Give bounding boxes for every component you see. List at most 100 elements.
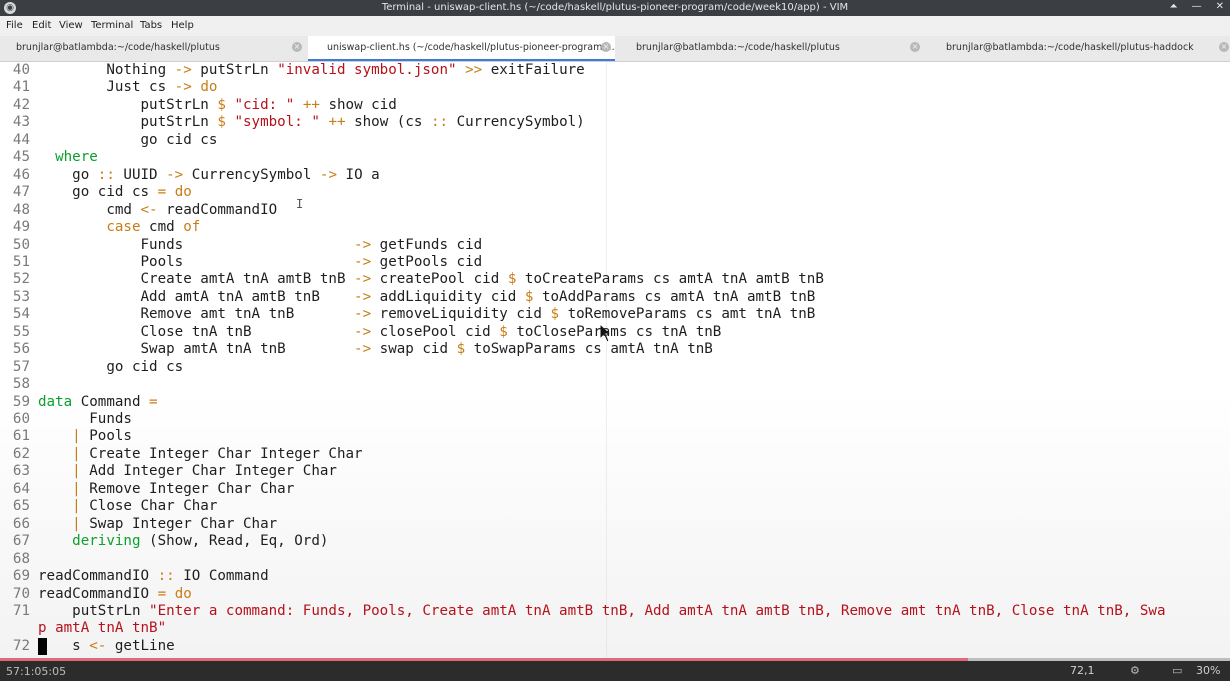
code-text: | Pools xyxy=(38,428,132,444)
menu-help[interactable]: Help xyxy=(171,20,194,31)
code-token: $ xyxy=(456,341,466,358)
code-text: go cid cs xyxy=(38,132,217,148)
code-token: getLine xyxy=(106,637,175,654)
code-token: ++ xyxy=(328,114,346,131)
settings-icon[interactable]: ⚙ xyxy=(1130,664,1140,677)
code-token: do xyxy=(174,184,192,201)
code-token: :: xyxy=(97,166,115,183)
minimize-icon[interactable]: — xyxy=(1192,1,1202,12)
code-line: 69 readCommandIO :: IO Command xyxy=(0,568,1230,585)
menu-tabs[interactable]: Tabs xyxy=(140,20,162,31)
menu-edit[interactable]: Edit xyxy=(32,20,51,31)
code-token: Remove amt tnA tnB xyxy=(38,306,355,323)
code-token: -> xyxy=(354,341,372,358)
code-token: $ xyxy=(217,96,226,113)
line-number: 70 xyxy=(12,585,30,602)
code-token: "symbol: " xyxy=(234,114,320,131)
code-token: UUID xyxy=(114,166,167,183)
tab-label: uniswap-client.hs (~/code/haskell/plutus… xyxy=(327,42,615,53)
line-number: 62 xyxy=(12,445,30,462)
line-number: 54 xyxy=(12,306,30,323)
tab-terminal-2[interactable]: uniswap-client.hs (~/code/haskell/plutus… xyxy=(308,36,615,61)
line-number: 42 xyxy=(12,96,30,113)
code-token: show (cs xyxy=(345,114,431,131)
code-line: 62 | Create Integer Char Integer Char xyxy=(0,446,1230,463)
keep-above-icon[interactable]: ⏶ xyxy=(1170,1,1178,12)
code-token: deriving xyxy=(72,533,141,550)
code-token: readCommandIO xyxy=(38,568,158,585)
code-token: toAddParams cs amtA tnA amtB tnB xyxy=(533,288,816,305)
code-text: Remove amt tnA tnB -> removeLiquidity ci… xyxy=(38,306,815,322)
code-token: createPool cid xyxy=(371,271,508,288)
code-text: | Swap Integer Char Char xyxy=(38,516,277,532)
code-text: readCommandIO = do xyxy=(38,586,192,602)
code-token: Remove Integer Char Char xyxy=(80,480,295,497)
code-token: go xyxy=(38,166,98,183)
close-tab-icon[interactable]: × xyxy=(292,42,302,52)
line-number: 46 xyxy=(12,166,30,183)
code-token: (Show, Read, Eq, Ord) xyxy=(140,533,329,550)
tab-terminal-3[interactable]: brunjlar@batlambda:~/code/haskell/plutus… xyxy=(617,36,924,61)
code-token: p amtA tnA tnB" xyxy=(38,620,167,637)
code-token: cmd xyxy=(140,219,184,236)
code-text: go cid cs xyxy=(38,359,183,375)
code-token: readCommandIO xyxy=(38,585,158,602)
code-token: addLiquidity cid xyxy=(371,288,525,305)
code-line: 50 Funds -> getFunds cid xyxy=(0,237,1230,254)
menu-view[interactable]: View xyxy=(59,20,83,31)
code-token: | xyxy=(72,498,81,515)
code-text: go :: UUID -> CurrencySymbol -> IO a xyxy=(38,167,380,183)
line-number: 48 xyxy=(12,201,30,218)
close-tab-icon[interactable]: × xyxy=(601,42,611,52)
code-line: 70 readCommandIO = do xyxy=(0,586,1230,603)
video-control-bar: 57:1:05:05 ⚙ ▭ 72,1 30% xyxy=(0,661,1230,681)
code-token: putStrLn xyxy=(38,114,218,131)
code-token: cmd xyxy=(38,201,141,218)
close-tab-icon[interactable]: × xyxy=(910,42,920,52)
tab-label: brunjlar@batlambda:~/code/haskell/plutus xyxy=(16,42,220,53)
line-number: 56 xyxy=(12,341,30,358)
code-line: 54 Remove amt tnA tnB -> removeLiquidity… xyxy=(0,306,1230,323)
vim-editor[interactable]: I 40 Nothing -> putStrLn "invalid symbol… xyxy=(0,62,1230,658)
code-line: 63 | Add Integer Char Integer Char xyxy=(0,463,1230,480)
tab-terminal-1[interactable]: brunjlar@batlambda:~/code/haskell/plutus… xyxy=(0,36,307,61)
code-line: 59 data Command = xyxy=(0,394,1230,411)
code-token: removeLiquidity cid xyxy=(371,306,551,323)
line-number: 55 xyxy=(12,323,30,340)
line-number: 51 xyxy=(12,253,30,270)
code-token: putStrLn xyxy=(38,96,218,113)
code-token: = xyxy=(157,585,167,602)
code-token: $ xyxy=(550,306,560,323)
code-token: = xyxy=(157,184,167,201)
line-number: 69 xyxy=(12,568,30,585)
code-line: 41 Just cs -> do xyxy=(0,79,1230,96)
close-tab-icon[interactable]: × xyxy=(1219,42,1229,52)
code-text: Funds -> getFunds cid xyxy=(38,237,482,253)
code-line: 67 deriving (Show, Read, Eq, Ord) xyxy=(0,533,1230,550)
code-token: >> xyxy=(465,62,483,78)
tab-terminal-4[interactable]: brunjlar@batlambda:~/code/haskell/plutus… xyxy=(926,36,1230,61)
code-line: 68 xyxy=(0,551,1230,568)
code-text: putStrLn "Enter a command: Funds, Pools,… xyxy=(38,602,1166,619)
code-token: where xyxy=(55,149,98,166)
code-text: | Create Integer Char Integer Char xyxy=(38,446,362,462)
code-token: Close tnA tnB xyxy=(38,323,355,340)
code-token: do xyxy=(174,585,192,602)
menu-terminal[interactable]: Terminal xyxy=(91,20,133,31)
menu-file[interactable]: File xyxy=(6,20,23,31)
close-window-icon[interactable]: ✕ xyxy=(1216,1,1224,12)
code-line: 71 putStrLn "Enter a command: Funds, Poo… xyxy=(0,603,1230,620)
code-token: "Enter a command: Funds, Pools, Create a… xyxy=(149,602,1166,619)
code-line: 46 go :: UUID -> CurrencySymbol -> IO a xyxy=(0,167,1230,184)
code-token: go cid cs xyxy=(38,184,158,201)
code-token: -> xyxy=(174,62,192,78)
code-line: 72 s <- getLine xyxy=(0,638,1230,655)
vim-block-cursor xyxy=(38,637,47,655)
code-text: Nothing -> putStrLn "invalid symbol.json… xyxy=(38,62,584,78)
code-text: | Remove Integer Char Char xyxy=(38,481,294,497)
fullscreen-icon[interactable]: ▭ xyxy=(1172,664,1182,677)
